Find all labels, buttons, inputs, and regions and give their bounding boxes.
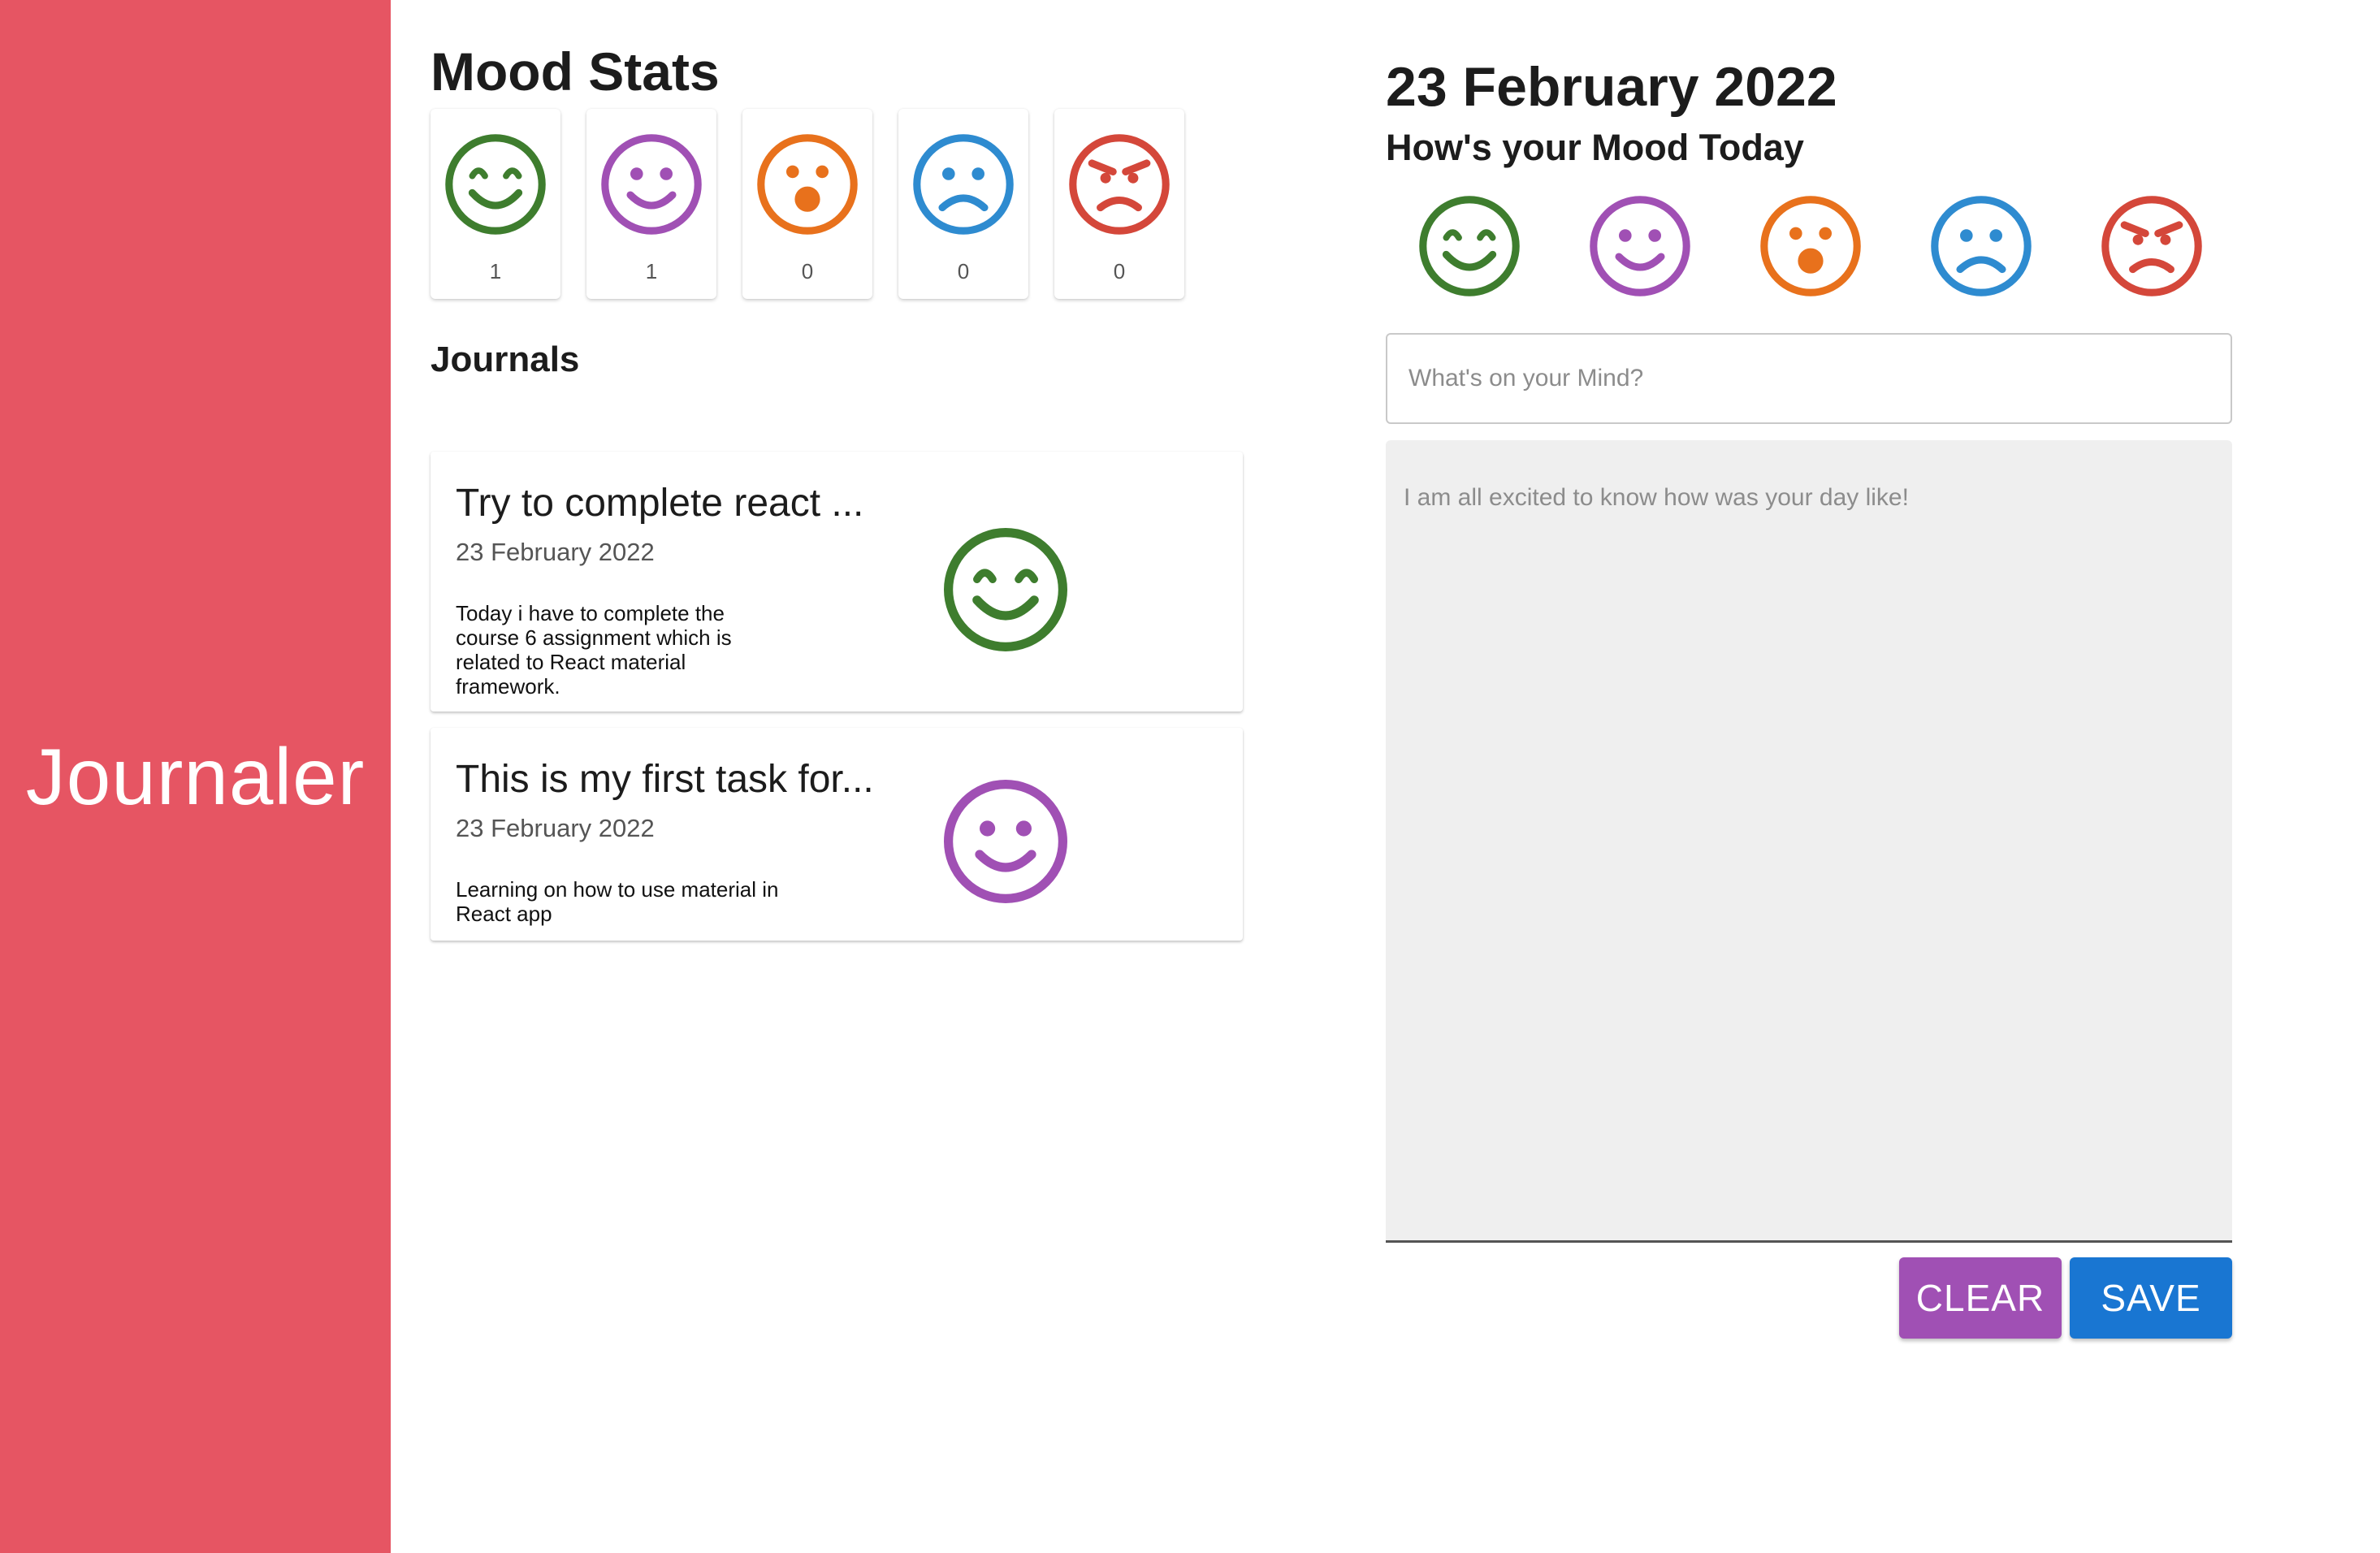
journal-date: 23 February 2022 bbox=[456, 538, 655, 566]
mood-option-grinning[interactable] bbox=[1417, 193, 1522, 299]
journals-title: Journals bbox=[431, 340, 580, 379]
stat-card-grinning: 1 bbox=[431, 109, 560, 299]
surprised-icon bbox=[1760, 196, 1861, 296]
stat-card-sad: 0 bbox=[898, 109, 1028, 299]
journal-date: 23 February 2022 bbox=[456, 814, 655, 842]
mood-question: How's your Mood Today bbox=[1386, 127, 1804, 168]
journal-body-textarea[interactable] bbox=[1386, 440, 2232, 1243]
smile-icon bbox=[944, 780, 1067, 903]
journal-title-input[interactable] bbox=[1386, 333, 2232, 424]
grinning-icon bbox=[1419, 196, 1520, 296]
stat-card-surprised: 0 bbox=[742, 109, 872, 299]
sad-icon bbox=[1931, 196, 2032, 296]
mood-stats-title: Mood Stats bbox=[431, 41, 720, 102]
angry-icon bbox=[1069, 134, 1170, 235]
save-button[interactable]: SAVE bbox=[2070, 1257, 2232, 1339]
mood-option-sad[interactable] bbox=[1928, 193, 2034, 299]
journal-title: Try to complete react ... bbox=[456, 482, 864, 525]
surprised-icon bbox=[757, 134, 858, 235]
mood-option-surprised[interactable] bbox=[1758, 193, 1863, 299]
clear-button[interactable]: CLEAR bbox=[1899, 1257, 2062, 1339]
mood-option-angry[interactable] bbox=[2099, 193, 2205, 299]
stat-count-angry: 0 bbox=[1113, 259, 1126, 283]
stat-count-grinning: 1 bbox=[489, 259, 502, 283]
stat-count-surprised: 0 bbox=[801, 259, 814, 283]
journal-card[interactable]: Try to complete react ... 23 February 20… bbox=[431, 452, 1243, 712]
sad-icon bbox=[913, 134, 1014, 235]
smile-icon bbox=[1590, 196, 1690, 296]
journal-title: This is my first task for... bbox=[456, 758, 874, 801]
sidebar: Journaler bbox=[0, 0, 391, 1553]
stat-card-smile: 1 bbox=[586, 109, 716, 299]
grinning-icon bbox=[445, 134, 546, 235]
journal-body: Today i have to complete the course 6 as… bbox=[456, 601, 732, 699]
journal-card[interactable]: This is my first task for... 23 February… bbox=[431, 728, 1243, 941]
stat-card-angry: 0 bbox=[1054, 109, 1184, 299]
journal-body: Learning on how to use material in React… bbox=[456, 877, 779, 926]
angry-icon bbox=[2101, 196, 2202, 296]
app-title: Journaler bbox=[25, 731, 366, 821]
mood-option-smile[interactable] bbox=[1587, 193, 1693, 299]
grinning-icon bbox=[944, 528, 1067, 651]
editor-date: 23 February 2022 bbox=[1386, 56, 1837, 118]
app-root: Journaler Mood Stats 1 1 0 0 0 Journals … bbox=[0, 0, 2380, 1553]
stat-count-sad: 0 bbox=[957, 259, 970, 283]
stat-count-smile: 1 bbox=[645, 259, 658, 283]
smile-icon bbox=[601, 134, 702, 235]
